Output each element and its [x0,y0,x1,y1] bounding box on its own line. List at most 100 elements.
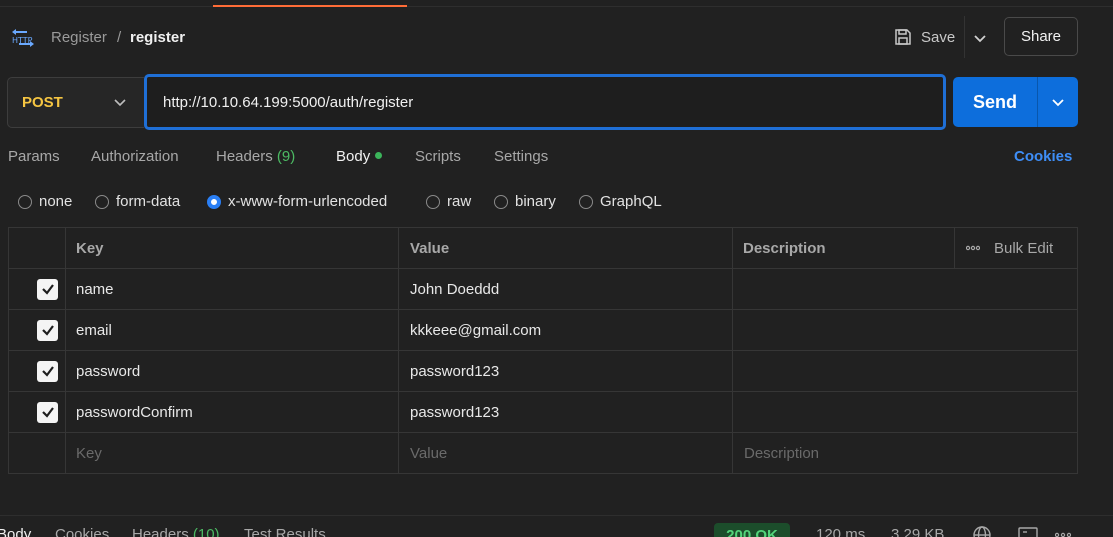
globe-icon[interactable] [972,525,992,537]
save-response-icon[interactable] [1018,527,1038,537]
chevron-down-icon [114,99,126,107]
table-row: password password123 [9,351,1077,392]
radio-raw[interactable]: raw [426,193,471,210]
check-icon [41,366,54,377]
radio-circle [426,194,440,209]
tab-params[interactable]: Params [8,148,60,165]
new-key-input[interactable]: Key [76,433,102,473]
radio-binary[interactable]: binary [494,193,556,210]
radio-none-label: none [39,193,73,210]
table-row: name John Doeddd [9,269,1077,310]
breadcrumb-request-name[interactable]: register [130,29,185,46]
radio-raw-label: raw [447,193,472,210]
column-header-description: Description [743,239,826,257]
save-label: Save [921,28,956,46]
send-button[interactable]: Send [953,77,1037,127]
radio-circle [95,194,109,209]
table-row: passwordConfirm password123 [9,392,1077,433]
top-tab-strip [0,0,1113,7]
response-tab-cookies[interactable]: Cookies [55,526,109,537]
new-description-input[interactable]: Description [744,433,819,473]
tab-headers[interactable]: Headers (9) [216,148,295,165]
breadcrumb-collection[interactable]: Register [51,29,107,46]
method-label: POST [22,94,63,111]
param-value[interactable]: John Doeddd [410,269,499,309]
tab-headers-label: Headers [216,148,273,165]
checkbox-checked[interactable] [37,360,58,382]
radio-circle [494,194,508,209]
share-button[interactable]: Share [1004,17,1078,56]
radio-form-data-label: form-data [116,193,181,210]
send-options-button[interactable] [1038,77,1078,127]
http-icon: HTTP [12,29,34,47]
divider [964,16,965,58]
param-key[interactable]: email [76,310,112,350]
row-checkbox[interactable] [37,310,58,350]
radio-circle [579,194,593,209]
response-tab-test-results[interactable]: Test Results [244,526,326,537]
radio-graphql-label: GraphQL [600,193,662,210]
request-tabs: Params Authorization Headers (9) Body Sc… [0,140,1113,174]
response-tab-headers[interactable]: Headers (10) [132,526,220,537]
method-select[interactable]: POST [7,77,144,128]
new-value-input[interactable]: Value [410,433,447,473]
param-key[interactable]: name [76,269,114,309]
breadcrumb-separator: / [117,29,122,46]
param-key[interactable]: passwordConfirm [76,392,193,432]
table-row-empty: Key Value Description [9,433,1077,474]
bulk-edit-button[interactable]: Bulk Edit [954,228,1077,268]
url-input[interactable]: http://10.10.64.199:5000/auth/register [144,74,946,130]
param-description[interactable] [743,392,1077,432]
save-icon [895,29,911,45]
table-row: email kkkeee@gmail.com [9,310,1077,351]
more-options-icon [966,245,980,251]
radio-none[interactable]: none [18,193,72,210]
body-type-selector: none form-data x-www-form-urlencoded raw… [0,190,1113,216]
param-value[interactable]: password123 [410,392,499,432]
check-icon [41,284,54,295]
response-size[interactable]: 3.29 KB [891,526,944,537]
save-button[interactable]: Save [888,22,960,52]
response-time[interactable]: 120 ms [816,526,865,537]
tab-settings[interactable]: Settings [494,148,548,165]
response-headers-count: (10) [192,526,220,537]
active-tab-indicator [213,5,407,7]
chevron-down-icon [1052,99,1064,107]
param-key[interactable]: password [76,351,140,391]
chevron-down-icon[interactable] [970,28,990,48]
param-value[interactable]: password123 [410,351,499,391]
tab-scripts[interactable]: Scripts [415,148,461,165]
body-indicator-dot [375,151,383,159]
radio-circle [18,194,32,209]
column-header-value: Value [410,239,450,257]
column-header-key: Key [76,239,104,257]
radio-graphql[interactable]: GraphQL [579,193,662,210]
param-value[interactable]: kkkeee@gmail.com [410,310,541,350]
check-icon [41,325,54,336]
tab-headers-count: (9) [276,148,296,165]
response-tab-headers-label: Headers [132,526,189,537]
row-checkbox[interactable] [37,392,58,432]
tab-authorization[interactable]: Authorization [91,148,179,165]
tab-body-label: Body [336,148,371,165]
checkbox-checked[interactable] [37,401,58,423]
bulk-edit-label: Bulk Edit [994,239,1054,257]
row-checkbox[interactable] [37,269,58,309]
param-description[interactable] [743,310,1077,350]
param-description[interactable] [743,269,1077,309]
checkbox-checked[interactable] [37,278,58,300]
cookies-link[interactable]: Cookies [1014,148,1072,165]
radio-urlencoded[interactable]: x-www-form-urlencoded [207,193,387,210]
radio-form-data[interactable]: form-data [95,193,180,210]
row-checkbox[interactable] [37,351,58,391]
status-badge[interactable]: 200 OK [714,523,790,537]
param-description[interactable] [743,351,1077,391]
request-header: HTTP Register / register Save Share [0,8,1113,68]
response-tab-body[interactable]: Body [0,526,31,537]
more-options-icon[interactable] [1055,532,1071,537]
radio-urlencoded-label: x-www-form-urlencoded [228,193,388,210]
check-icon [41,407,54,418]
response-bar: Body Cookies Headers (10) Test Results 2… [0,515,1113,537]
checkbox-checked[interactable] [37,319,58,341]
tab-body[interactable]: Body [336,148,383,165]
